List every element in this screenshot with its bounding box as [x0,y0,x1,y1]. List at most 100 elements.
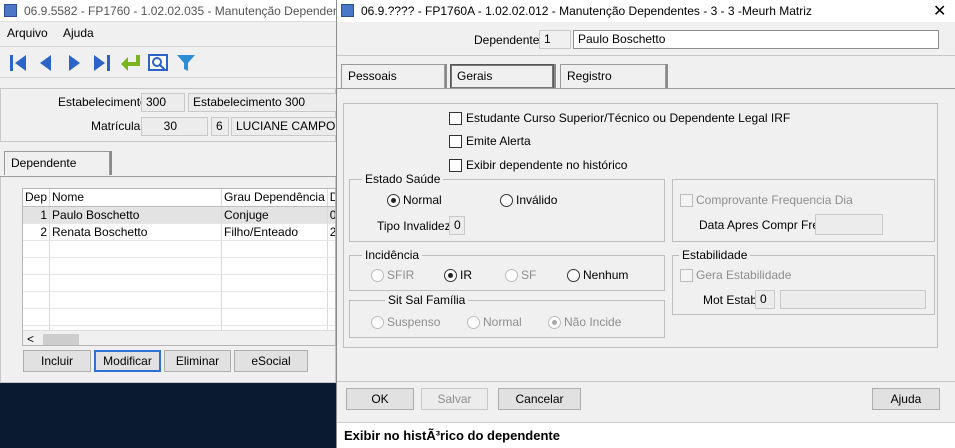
sal-suspenso-radio[interactable] [371,316,384,329]
dialog-header: Dependente: 1 Paulo Boschetto [337,24,955,56]
estabelecimento-code-field[interactable]: 300 [141,93,185,112]
table-row [23,291,335,309]
table-row[interactable]: 1 Paulo Boschetto Conjuge 01/ [23,206,335,224]
estudante-label: Estudante Curso Superior/Técnico ou Depe… [466,111,791,125]
modificar-button[interactable]: Modificar [94,350,161,372]
incidencia-group: Incidência SFIR IR SF Nenhum [349,248,665,291]
comprovante-checkbox[interactable] [680,194,693,207]
tab-registro[interactable]: Registro [560,64,666,88]
app-icon [341,4,354,17]
sal-nao-incide-radio[interactable] [548,316,561,329]
emite-alerta-label: Emite Alerta [466,134,531,148]
estabilidade-group: Estabilidade Gera Estabilidade Mot Estab… [672,248,935,315]
tab-gerais[interactable]: Gerais [450,64,554,88]
mot-estab-desc-field [780,290,926,309]
incluir-button[interactable]: Incluir [23,350,91,372]
sit-sal-familia-title: Sit Sal Família [385,293,469,307]
close-icon[interactable]: ✕ [933,1,946,21]
column-header-data[interactable]: Dat [327,189,335,207]
esocial-button[interactable]: eSocial [234,350,308,372]
background-window: 06.9.5582 - FP1760 - 1.02.02.035 - Manut… [0,0,373,448]
sal-suspenso-label: Suspenso [387,315,441,329]
column-header-grau[interactable]: Grau Dependência [221,189,328,207]
cell-data: 22/ [327,223,335,241]
column-header-dep[interactable]: Dep [23,189,51,207]
ajuda-button[interactable]: Ajuda [872,388,940,410]
background-window-title: 06.9.5582 - FP1760 - 1.02.02.035 - Manut… [24,4,373,18]
incidencia-sfir-label: SFIR [387,268,415,282]
grid-header-row: Dep Nome Grau Dependência Dat [23,189,335,207]
incidencia-ir-radio[interactable] [444,269,457,282]
matricula-field[interactable]: 30 [141,117,208,136]
preview-icon[interactable] [146,51,170,75]
estabelecimento-name-field: Estabelecimento 300 [188,93,337,112]
exibir-historico-checkbox[interactable] [449,159,462,172]
cancelar-button[interactable]: Cancelar [498,388,581,410]
estado-saude-title: Estado Saúde [362,172,444,186]
return-icon[interactable] [118,51,142,75]
saude-invalido-radio[interactable] [500,194,513,207]
dependente-number-field: 1 [539,30,571,49]
dependente-dialog: 06.9.???? - FP1760A - 1.02.02.012 - Manu… [336,0,955,448]
table-row [23,308,335,326]
previous-record-icon[interactable] [34,51,58,75]
filter-icon[interactable] [174,51,198,75]
comprovante-label: Comprovante Frequencia Dia [696,193,853,207]
header-panel: Estabelecimento: 300 Estabelecimento 300… [0,88,337,142]
horizontal-scrollbar[interactable]: < [23,330,335,345]
menu-arquivo[interactable]: Arquivo [7,26,48,40]
cell-dep: 1 [23,206,51,224]
sit-sal-familia-group: Sit Sal Família Suspenso Normal Não Inci… [349,293,665,338]
sal-normal-radio[interactable] [467,316,480,329]
salvar-button[interactable]: Salvar [421,388,488,410]
exibir-historico-label: Exibir dependente no histórico [466,158,628,172]
saude-normal-label: Normal [403,193,442,207]
incidencia-title: Incidência [362,248,423,262]
column-header-nome[interactable]: Nome [49,189,223,207]
gerais-panel: Estudante Curso Superior/Técnico ou Depe… [343,103,938,348]
scrollbar-thumb[interactable] [43,334,79,345]
estado-saude-group: Estado Saúde Normal Inválido Tipo Invali… [349,172,665,242]
cell-grau: Filho/Enteado [221,223,328,241]
cell-nome: Renata Boschetto [49,223,223,241]
dependente-name-field[interactable]: Paulo Boschetto [573,30,939,49]
data-apres-field[interactable] [815,214,883,235]
dialog-title: 06.9.???? - FP1760A - 1.02.02.012 - Manu… [361,4,812,18]
incidencia-sf-radio[interactable] [505,269,518,282]
incidencia-sfir-radio[interactable] [371,269,384,282]
status-text: Exibir no histÃ³rico do dependente [344,428,560,443]
gera-estabilidade-label: Gera Estabilidade [696,268,792,282]
gera-estabilidade-checkbox[interactable] [680,269,693,282]
incidencia-nenhum-label: Nenhum [583,268,629,282]
table-row [23,274,335,292]
table-row [23,257,335,275]
menu-ajuda[interactable]: Ajuda [63,26,94,40]
tab-divider [337,88,955,89]
estabilidade-title: Estabilidade [679,248,751,262]
incidencia-ir-label: IR [460,268,472,282]
next-record-icon[interactable] [62,51,86,75]
cell-nome: Paulo Boschetto [49,206,223,224]
last-record-icon[interactable] [90,51,114,75]
tab-pessoais[interactable]: Pessoais [341,64,445,88]
status-bar: Exibir no histÃ³rico do dependente [337,422,955,448]
mot-estab-field[interactable]: 0 [755,290,775,309]
saude-normal-radio[interactable] [387,194,400,207]
scroll-left-icon[interactable]: < [27,332,34,345]
tipo-invalidez-field[interactable]: 0 [449,216,465,235]
estudante-checkbox[interactable] [449,112,462,125]
desktop-background [0,383,336,448]
eliminar-button[interactable]: Eliminar [164,350,231,372]
incidencia-nenhum-radio[interactable] [567,269,580,282]
ok-button[interactable]: OK [346,388,414,410]
first-record-icon[interactable] [6,51,30,75]
sal-normal-label: Normal [483,315,522,329]
cell-data: 01/ [327,206,335,224]
cell-dep: 2 [23,223,51,241]
dependente-label: Dependente: [474,33,543,47]
tab-dependente[interactable]: Dependente [4,151,110,175]
emite-alerta-checkbox[interactable] [449,135,462,148]
table-row[interactable]: 2 Renata Boschetto Filho/Enteado 22/ [23,223,335,241]
matricula-label: Matrícula: [91,119,144,133]
app-icon [4,4,17,17]
